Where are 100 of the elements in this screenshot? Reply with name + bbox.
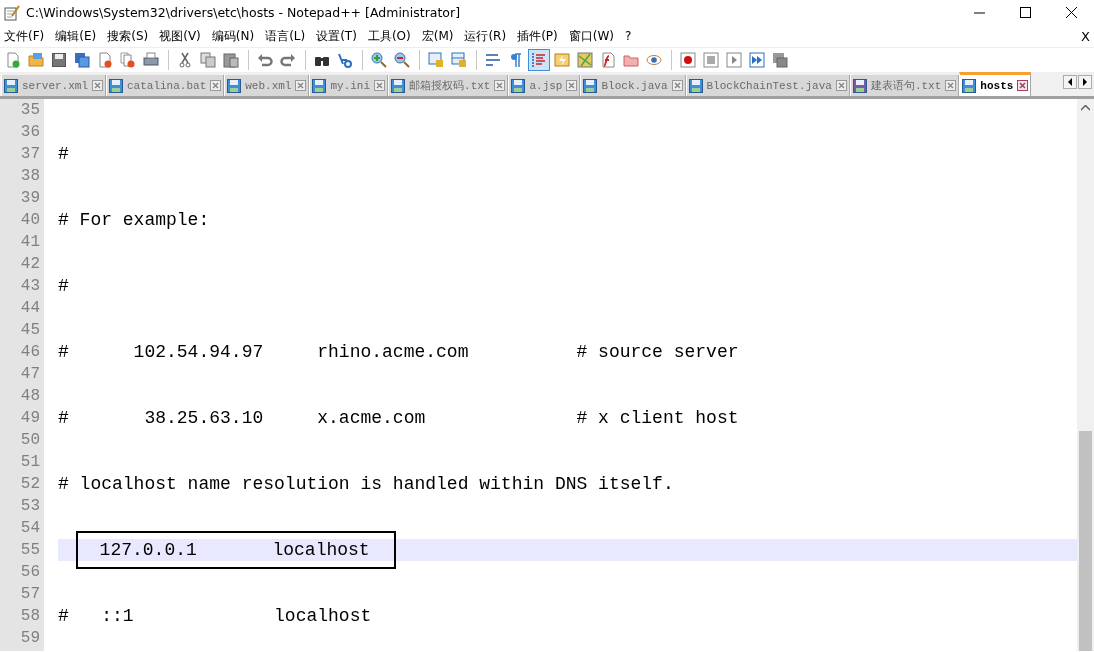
line-number: 48 [19, 386, 41, 407]
menu-item[interactable]: 搜索(S) [105, 25, 155, 47]
line-number: 38 [19, 166, 41, 187]
line-number: 43 [19, 276, 41, 297]
undo-icon [257, 52, 273, 68]
close-document-button[interactable]: X [1081, 28, 1090, 44]
line-number: 40 [19, 210, 41, 231]
code-line: # [58, 275, 69, 297]
file-tab[interactable]: web.xml [224, 75, 310, 96]
record-icon [680, 52, 696, 68]
clipboard-icon [223, 52, 239, 68]
line-number: 36 [19, 122, 41, 143]
code-line: # For example: [58, 209, 210, 231]
menu-item[interactable]: 编辑(E) [53, 25, 103, 47]
menu-item[interactable]: 文件(F) [2, 25, 51, 47]
file-tab[interactable]: hosts [959, 72, 1032, 96]
tab-label: 建表语句.txt [870, 79, 942, 93]
line-number: 56 [19, 562, 41, 583]
floppy-disks-icon [74, 52, 90, 68]
notepad-icon [4, 4, 20, 21]
line-number: 46 [19, 342, 41, 363]
tab-label: 邮箱授权码.txt [409, 79, 491, 93]
menu-item[interactable]: ? [622, 27, 638, 45]
line-number: 57 [19, 584, 41, 605]
zoom-out-icon [394, 52, 410, 68]
stop-icon [703, 52, 719, 68]
left-arrow-icon [1067, 78, 1073, 86]
line-number: 54 [19, 518, 41, 539]
tab-label: my.ini [330, 79, 371, 92]
menu-item[interactable]: 窗口(W) [566, 25, 620, 47]
menu-item[interactable]: 编码(N) [209, 25, 261, 47]
highlighted-code-line: 127.0.0.1 localhost [78, 533, 394, 567]
line-number: 44 [19, 298, 41, 319]
line-number: 51 [19, 452, 41, 473]
windows-lock-icon [428, 52, 444, 68]
file-tab[interactable]: BlockChainTest.java [685, 75, 850, 96]
close-tab-icon[interactable] [566, 80, 578, 91]
file-tab[interactable]: my.ini [309, 75, 389, 96]
files-minus-icon [120, 52, 136, 68]
right-arrow-icon [1082, 78, 1088, 86]
scrollbar-thumb[interactable] [1079, 431, 1092, 651]
tab-label: hosts [980, 79, 1014, 92]
wrap-lines-icon [485, 52, 501, 68]
printer-icon [143, 52, 159, 68]
close-tab-icon[interactable] [494, 80, 506, 91]
line-number: 55 [19, 540, 41, 561]
line-number: 47 [19, 364, 41, 385]
line-number: 37 [19, 144, 41, 165]
tab-label: web.xml [245, 79, 292, 92]
file-tab[interactable]: server.xml [1, 75, 106, 96]
toolbar-button[interactable] [677, 49, 699, 71]
fast-forward-icon [749, 52, 765, 68]
menu-item[interactable]: 插件(P) [515, 25, 564, 47]
scroll-left-button[interactable] [1063, 75, 1077, 89]
line-number: 59 [19, 628, 41, 649]
menu-item[interactable]: 运行(R) [462, 25, 513, 47]
line-number: 35 [19, 100, 41, 121]
file-tab[interactable]: catalina.bat [106, 75, 225, 96]
file-tab[interactable]: a.jsp [508, 75, 581, 96]
indent-guide-icon [531, 52, 547, 68]
close-tab-icon[interactable] [945, 80, 957, 91]
line-number: 49 [19, 408, 41, 429]
tab-label: Block.java [601, 79, 668, 92]
close-tab-icon[interactable] [210, 80, 222, 91]
line-number: 53 [19, 496, 41, 517]
scroll-right-button[interactable] [1078, 75, 1092, 89]
pilcrow-icon [508, 52, 524, 68]
windows-lock-icon [451, 52, 467, 68]
line-number: 41 [19, 232, 41, 253]
zoom-in-icon [371, 52, 387, 68]
code-line: # [58, 143, 69, 165]
file-tab[interactable]: 邮箱授权码.txt [388, 75, 509, 96]
close-tab-icon[interactable] [671, 80, 683, 91]
line-number: 52 [19, 474, 41, 495]
eye-icon [646, 52, 662, 68]
line-number: 42 [19, 254, 41, 275]
close-tab-icon[interactable] [295, 80, 307, 91]
close-tab-icon[interactable] [835, 80, 847, 91]
close-tab-icon[interactable] [374, 80, 386, 91]
menu-item[interactable]: 宏(M) [419, 25, 460, 47]
function-icon [600, 52, 616, 68]
code-line: # ::1 localhost [58, 605, 372, 627]
folder-icon [28, 52, 44, 68]
menu-item[interactable]: 工具(O) [365, 25, 417, 47]
close-icon [1065, 7, 1077, 18]
replace-icon [337, 52, 353, 68]
close-tab-icon[interactable] [92, 80, 103, 91]
file-minus-icon [97, 52, 113, 68]
scissors-icon [177, 52, 193, 68]
menu-item[interactable]: 设置(T) [314, 25, 363, 47]
menu-item[interactable]: 视图(V) [157, 25, 207, 47]
file-tab[interactable]: 建表语句.txt [849, 75, 960, 96]
close-tab-icon[interactable] [1017, 80, 1029, 91]
new-file-icon [5, 52, 21, 68]
window-title: C:\Windows\System32\drivers\etc\hosts - Notepad++ [Administrator] [26, 5, 462, 20]
file-tab[interactable]: Block.java [580, 75, 686, 96]
code-line: # 102.54.94.97 rhino.acme.com # source server [58, 341, 739, 363]
code-line: # localhost name resolution is handled within DNS itself. [58, 473, 674, 495]
tab-label: server.xml [22, 79, 88, 92]
menu-item[interactable]: 语言(L) [263, 25, 312, 47]
